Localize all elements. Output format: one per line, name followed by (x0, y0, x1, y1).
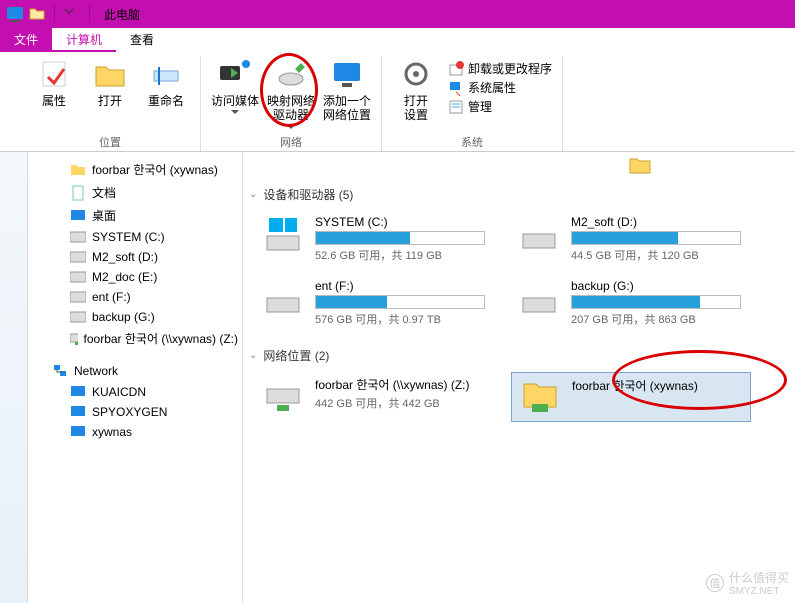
netloc-foorbar-xywnas[interactable]: foorbar 한국어 (xywnas) (511, 372, 751, 422)
usage-bar (571, 231, 741, 245)
tree-foorbar[interactable]: foorbar 한국어 (xywnas) (28, 158, 242, 181)
drive-icon (70, 311, 86, 323)
manage-button[interactable]: 管理 (448, 98, 552, 115)
netloc-header[interactable]: ⌄ 网络位置 (2) (247, 343, 791, 368)
tree-spyoxygen[interactable]: SPYOXYGEN (28, 402, 242, 422)
properties-button[interactable]: 属性 (30, 56, 78, 108)
rename-icon (151, 56, 181, 92)
properties-icon (40, 56, 68, 92)
tree-m2doc[interactable]: M2_doc (E:) (28, 267, 242, 287)
system-icon (7, 6, 23, 22)
drive-system-c[interactable]: SYSTEM (C:) 52.6 GB 可用，共 119 GB (255, 211, 495, 267)
group-network: 访问媒体 映射网络驱动器 添加一个网络位置 网络 (201, 56, 382, 151)
manage-icon (448, 99, 464, 115)
desktop-icon (70, 208, 86, 224)
drive-entf[interactable]: ent (F:) 576 GB 可用，共 0.97 TB (255, 275, 495, 331)
titlebar: 此电脑 (0, 0, 795, 28)
drive-icon (515, 215, 563, 255)
tree-entf[interactable]: ent (F:) (28, 287, 242, 307)
content-area: foorbar 한국어 (xywnas) 文档 桌面 SYSTEM (C:) M… (0, 152, 795, 603)
netfolder-icon (516, 377, 564, 417)
rename-button[interactable]: 重命名 (142, 56, 190, 108)
folder-icon (29, 6, 45, 22)
usage-bar (571, 295, 741, 309)
drive-m2soft[interactable]: M2_soft (D:) 44.5 GB 可用，共 120 GB (511, 211, 751, 267)
open-button[interactable]: 打开 (86, 56, 134, 108)
map-drive-icon (275, 56, 307, 92)
devices-header[interactable]: ⌄ 设备和驱动器 (5) (247, 182, 791, 207)
tree-kuaicdn[interactable]: KUAICDN (28, 382, 242, 402)
watermark: 值 什么值得买 SMYZ.NET (706, 569, 789, 597)
add-netloc-icon (330, 56, 364, 92)
chevron-down-icon: ⌄ (249, 350, 257, 361)
chevron-down-icon: ⌄ (249, 189, 257, 200)
drive-icon (70, 291, 86, 303)
ribbon-tabs: 文件 计算机 查看 (0, 28, 795, 52)
usage-bar (315, 295, 485, 309)
network-icon (52, 363, 68, 379)
drive-icon (70, 231, 86, 243)
folder-icon (70, 162, 86, 178)
group-system: 打开设置 卸载或更改程序 系统属性 管理 系统 (382, 56, 563, 151)
netloc-foorbar-z[interactable]: foorbar 한국어 (\\xywnas) (Z:) 442 GB 可用，共 … (255, 372, 495, 422)
uninstall-button[interactable]: 卸载或更改程序 (448, 60, 552, 77)
computer-icon (70, 425, 86, 439)
dropdown-icon[interactable] (64, 6, 80, 22)
add-network-location-button[interactable]: 添加一个网络位置 (323, 56, 371, 123)
ribbon: 属性 打开 重命名 位置 访问媒体 映射网络驱动器 (0, 52, 795, 152)
window-title: 此电脑 (104, 6, 140, 23)
watermark-badge: 值 (706, 574, 724, 592)
tree-m2soft[interactable]: M2_soft (D:) (28, 247, 242, 267)
windows-drive-icon (259, 215, 307, 255)
tree-documents[interactable]: 文档 (28, 181, 242, 204)
qat-separator-2 (89, 5, 90, 23)
usage-bar (315, 231, 485, 245)
drive-icon (515, 279, 563, 319)
system-properties-button[interactable]: 系统属性 (448, 79, 552, 96)
group-system-label: 系统 (461, 132, 483, 151)
tab-computer[interactable]: 计算机 (52, 28, 116, 52)
main-panel: ⌄ 设备和驱动器 (5) SYSTEM (C:) 52.6 GB 可用，共 11… (243, 152, 795, 603)
group-network-label: 网络 (280, 132, 302, 151)
netdrive-icon (259, 376, 307, 416)
sysprops-icon (448, 80, 464, 96)
access-media-button[interactable]: 访问媒体 (211, 56, 259, 115)
qat-separator (54, 5, 55, 23)
document-icon (70, 185, 86, 201)
open-icon (94, 56, 126, 92)
chevron-down-icon (287, 125, 295, 130)
settings-icon (401, 56, 431, 92)
tree-desktop[interactable]: 桌面 (28, 204, 242, 227)
group-location: 属性 打开 重命名 位置 (20, 56, 201, 151)
left-rail (0, 152, 28, 603)
tree-foorbarz[interactable]: foorbar 한국어 (\\xywnas) (Z:) (28, 327, 242, 350)
tree-system-c[interactable]: SYSTEM (C:) (28, 227, 242, 247)
tree-network[interactable]: Network (28, 360, 242, 382)
netdrive-icon (70, 333, 78, 345)
drive-backupg[interactable]: backup (G:) 207 GB 可用，共 863 GB (511, 275, 751, 331)
drive-icon (259, 279, 307, 319)
open-settings-button[interactable]: 打开设置 (392, 56, 440, 123)
group-location-label: 位置 (99, 132, 121, 151)
map-drive-button[interactable]: 映射网络驱动器 (267, 56, 315, 130)
chevron-down-icon (231, 110, 239, 115)
uninstall-icon (448, 61, 464, 77)
computer-icon (70, 385, 86, 399)
tab-view[interactable]: 查看 (116, 28, 168, 52)
tab-file[interactable]: 文件 (0, 28, 52, 52)
preview-thumb (247, 156, 791, 174)
media-icon (218, 56, 252, 92)
tree-backupg[interactable]: backup (G:) (28, 307, 242, 327)
computer-icon (70, 405, 86, 419)
drive-icon (70, 271, 86, 283)
tree-xywnas[interactable]: xywnas (28, 422, 242, 442)
drive-icon (70, 251, 86, 263)
nav-tree: foorbar 한국어 (xywnas) 文档 桌面 SYSTEM (C:) M… (28, 152, 243, 603)
